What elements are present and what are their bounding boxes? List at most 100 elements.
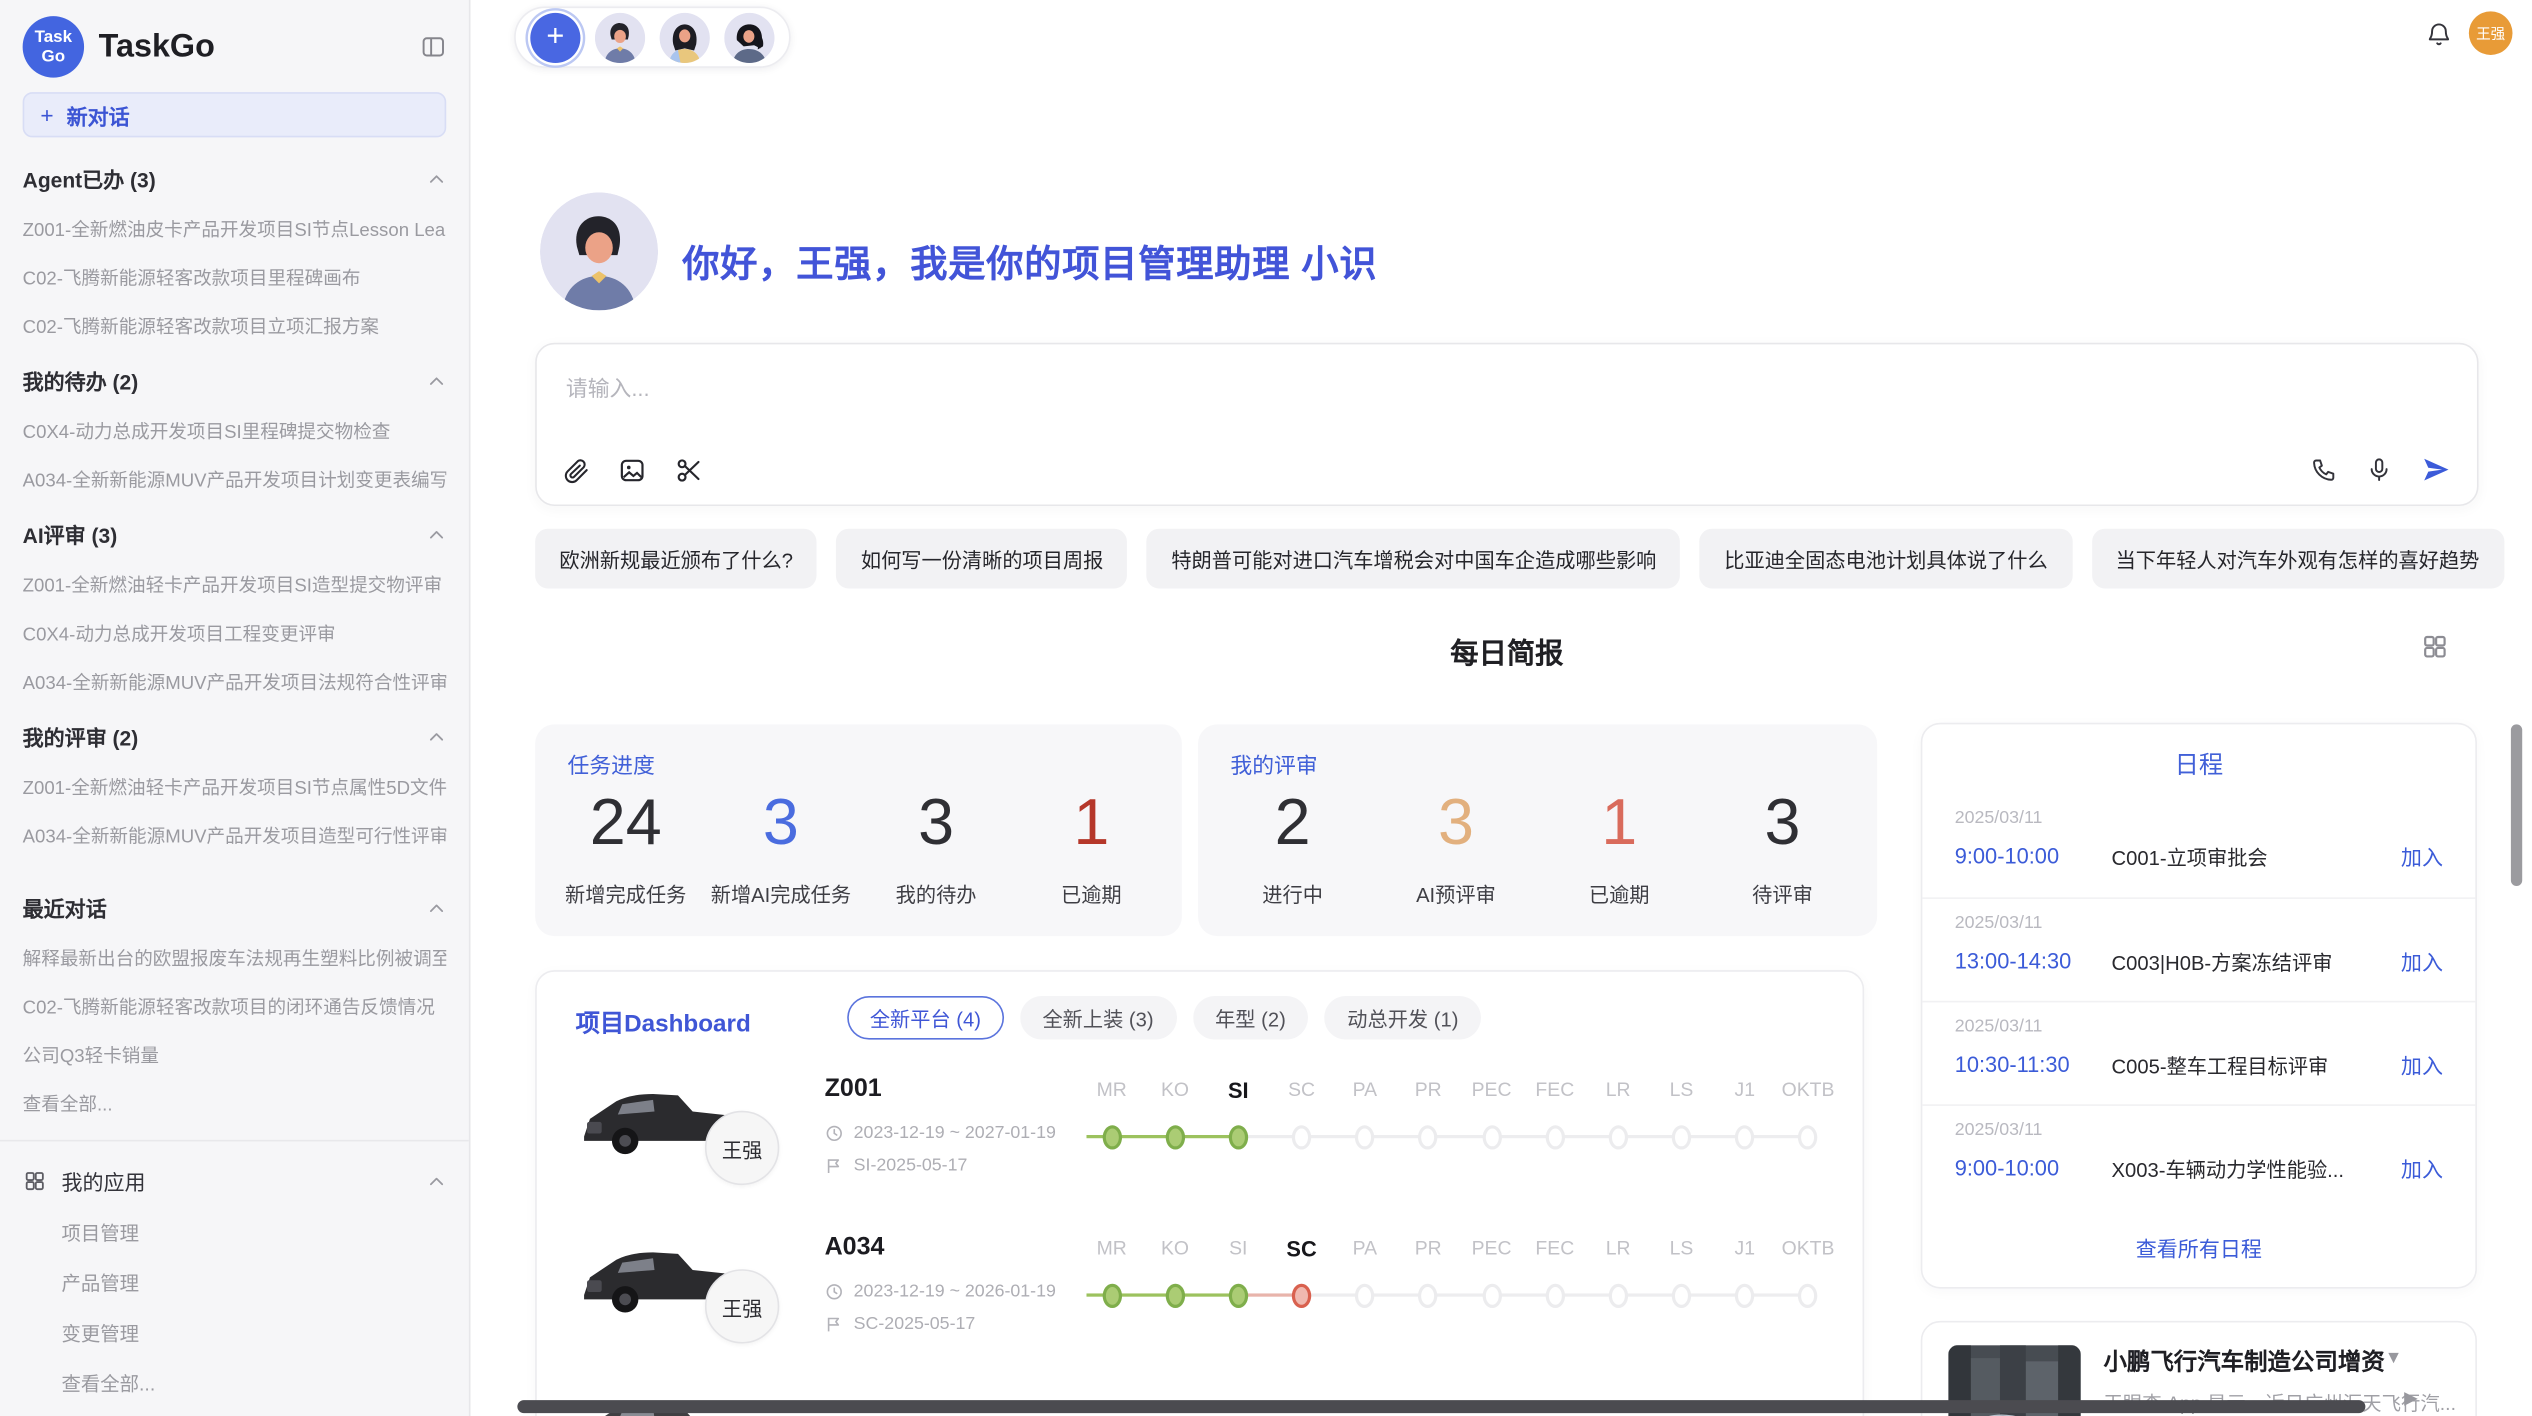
chevron-up-icon — [427, 371, 446, 390]
scroll-down-arrow[interactable]: ▼ — [2385, 1348, 2403, 1367]
project-next-milestone: SI-2025-05-17 — [825, 1156, 968, 1175]
section-my-todo[interactable]: 我的待办 (2) — [23, 365, 447, 396]
project-code: Z001 — [825, 1075, 882, 1104]
list-item[interactable]: A034-全新新能源MUV产品开发项目计划变更表编写 — [23, 467, 447, 493]
attachment-icon[interactable] — [563, 457, 590, 484]
event-name: C001-立项审批会 — [2112, 841, 2401, 872]
view-all-schedule-link[interactable]: 查看所有日程 — [1922, 1232, 2475, 1263]
section-my-review[interactable]: 我的评审 (2) — [23, 721, 447, 752]
list-item[interactable]: C0X4-动力总成开发项目SI里程碑提交物检查 — [23, 419, 447, 445]
project-dates: 2023-12-19 ~ 2027-01-19 — [825, 1124, 1056, 1143]
schedule-event: 2025/03/11 9:00-10:00 C001-立项审批会 加入 — [1922, 794, 2475, 897]
join-meeting-link[interactable]: 加入 — [2401, 841, 2443, 872]
suggestion-chip[interactable]: 欧洲新规最近颁布了什么? — [535, 529, 817, 589]
view-all-chats-link[interactable]: 查看全部... — [23, 1091, 447, 1117]
tab-powertrain[interactable]: 动总开发 (1) — [1325, 996, 1481, 1040]
chat-input[interactable]: 请输入... — [566, 370, 650, 402]
stat-overdue: 1已逾期 — [1014, 789, 1169, 909]
list-item[interactable]: A034-全新新能源MUV产品开发项目造型可行性评审 — [23, 823, 447, 849]
microphone-icon[interactable] — [2365, 456, 2392, 483]
schedule-title: 日程 — [1922, 747, 2475, 781]
tab-new-platform[interactable]: 全新平台 (4) — [847, 996, 1003, 1040]
avatar[interactable] — [595, 12, 645, 62]
dashboard-title: 项目Dashboard — [576, 1006, 751, 1040]
daily-briefing-title: 每日简报 — [535, 632, 2478, 672]
sidebar-item-change-mgmt[interactable]: 变更管理 — [61, 1319, 446, 1346]
divider — [0, 1140, 469, 1142]
list-item[interactable]: 解释最新出台的欧盟报废车法规再生塑料比例被调至15%... — [23, 946, 447, 972]
my-review-card: 我的评审 2进行中 3AI预评审 1已逾期 3待评审 — [1198, 724, 1877, 936]
chevron-up-icon — [427, 898, 446, 917]
image-upload-icon[interactable] — [618, 456, 647, 485]
suggestion-chips: 欧洲新规最近颁布了什么? 如何写一份清晰的项目周报 特朗普可能对进口汽车增税会对… — [535, 529, 2478, 589]
new-chat-button[interactable]: + 新对话 — [23, 92, 447, 137]
vertical-scrollbar[interactable] — [2511, 724, 2522, 886]
phone-call-icon[interactable] — [2310, 456, 2337, 483]
join-meeting-link[interactable]: 加入 — [2401, 946, 2443, 977]
stat-new-done: 24新增完成任务 — [548, 789, 703, 909]
send-icon[interactable] — [2420, 454, 2451, 485]
sidebar-collapse-icon[interactable] — [420, 34, 446, 60]
chat-input-card: 请输入... — [535, 343, 2478, 506]
add-member-button[interactable]: + — [530, 12, 580, 62]
sidebar-item-my-apps[interactable]: 我的应用 — [23, 1166, 447, 1197]
event-name: X003-车辆动力学性能验... — [2112, 1153, 2401, 1184]
flag-icon — [825, 1314, 844, 1333]
clock-icon — [825, 1282, 844, 1301]
list-item[interactable]: Z001-全新燃油轻卡产品开发项目SI节点属性5D文件评审 — [23, 774, 447, 800]
event-time: 13:00-14:30 — [1955, 949, 2112, 973]
view-all-apps-link[interactable]: 查看全部... — [61, 1369, 446, 1396]
screenshot-scissors-icon[interactable] — [674, 456, 703, 485]
section-ai-review[interactable]: AI评审 (3) — [23, 519, 447, 550]
apps-grid-icon — [23, 1169, 47, 1193]
new-chat-label: 新对话 — [67, 99, 130, 130]
clock-icon — [825, 1124, 844, 1143]
sidebar: Task Go TaskGo + 新对话 Agent已办 (3) Z001-全新… — [0, 0, 470, 1416]
layout-grid-icon[interactable] — [2420, 632, 2449, 661]
list-item[interactable]: C02-飞腾新能源轻客改款项目里程碑画布 — [23, 265, 447, 291]
sidebar-item-product-mgmt[interactable]: 产品管理 — [61, 1269, 446, 1296]
milestone-track: MRKOSISCPAPRPECFECLRLSJ1OKTB — [1080, 1078, 1840, 1151]
plus-icon: + — [40, 102, 53, 128]
join-meeting-link[interactable]: 加入 — [2401, 1049, 2443, 1080]
list-item[interactable]: 公司Q3轻卡销量 — [23, 1043, 447, 1069]
sidebar-header: Task Go TaskGo — [23, 15, 447, 80]
join-meeting-link[interactable]: 加入 — [2401, 1153, 2443, 1184]
assistant-avatar — [540, 192, 658, 310]
notification-bell-icon[interactable] — [2425, 21, 2452, 48]
scroll-right-arrow[interactable]: ▶ — [2404, 1387, 2418, 1408]
section-recent-chats[interactable]: 最近对话 — [23, 892, 447, 923]
event-time: 10:30-11:30 — [1955, 1053, 2112, 1077]
horizontal-scrollbar[interactable] — [517, 1400, 2365, 1413]
tab-new-body[interactable]: 全新上装 (3) — [1020, 996, 1176, 1040]
taskgo-logo: Task Go — [23, 16, 84, 77]
sidebar-item-project-mgmt[interactable]: 项目管理 — [61, 1219, 446, 1246]
main-area: + 王强 你好，王强，我是你的项目管理助理 小识 请输入... — [470, 0, 2531, 1416]
avatar[interactable] — [660, 12, 710, 62]
flag-icon — [825, 1156, 844, 1175]
suggestion-chip[interactable]: 如何写一份清晰的项目周报 — [837, 529, 1128, 589]
list-item[interactable]: A034-全新新能源MUV产品开发项目法规符合性评审 — [23, 669, 447, 695]
list-item[interactable]: C02-飞腾新能源轻客改款项目立项汇报方案 — [23, 314, 447, 340]
suggestion-chip[interactable]: 特朗普可能对进口汽车增税会对中国车企造成哪些影响 — [1147, 529, 1681, 589]
milestone-track: MRKOSISCPAPRPECFECLRLSJ1OKTB — [1080, 1237, 1840, 1310]
user-avatar[interactable]: 王强 — [2469, 11, 2513, 55]
logo-line2: Go — [42, 47, 66, 67]
list-item[interactable]: Z001-全新燃油轻卡产品开发项目SI造型提交物评审 — [23, 572, 447, 598]
card-title: 任务进度 — [567, 747, 654, 779]
schedule-event: 2025/03/11 10:30-11:30 C005-整车工程目标评审 加入 — [1922, 1001, 2475, 1104]
schedule-card: 日程 2025/03/11 9:00-10:00 C001-立项审批会 加入 2… — [1921, 723, 2477, 1289]
project-row-a034[interactable]: 王强 A034 2023-12-19 ~ 2026-01-19 SC-2025-… — [537, 1224, 1863, 1373]
list-item[interactable]: C02-飞腾新能源轻客改款项目的闭环通告反馈情况 — [23, 994, 447, 1020]
suggestion-chip[interactable]: 比亚迪全固态电池计划具体说了什么 — [1700, 529, 2072, 589]
avatar[interactable] — [724, 12, 774, 62]
project-row-z001[interactable]: 王强 Z001 2023-12-19 ~ 2027-01-19 SI-2025-… — [537, 1065, 1863, 1214]
section-agent-done[interactable]: Agent已办 (3) — [23, 163, 447, 194]
schedule-event: 2025/03/11 9:00-10:00 X003-车辆动力学性能验... 加… — [1922, 1104, 2475, 1207]
suggestion-chip[interactable]: 当下年轻人对汽车外观有怎样的喜好趋势 — [2091, 529, 2503, 589]
list-item[interactable]: Z001-全新燃油皮卡产品开发项目SI节点Lesson Learn报告 — [23, 217, 447, 243]
event-date: 2025/03/11 — [1955, 808, 2443, 827]
logo-line1: Task — [35, 27, 72, 47]
tab-year-model[interactable]: 年型 (2) — [1192, 996, 1308, 1040]
list-item[interactable]: C0X4-动力总成开发项目工程变更评审 — [23, 621, 447, 647]
